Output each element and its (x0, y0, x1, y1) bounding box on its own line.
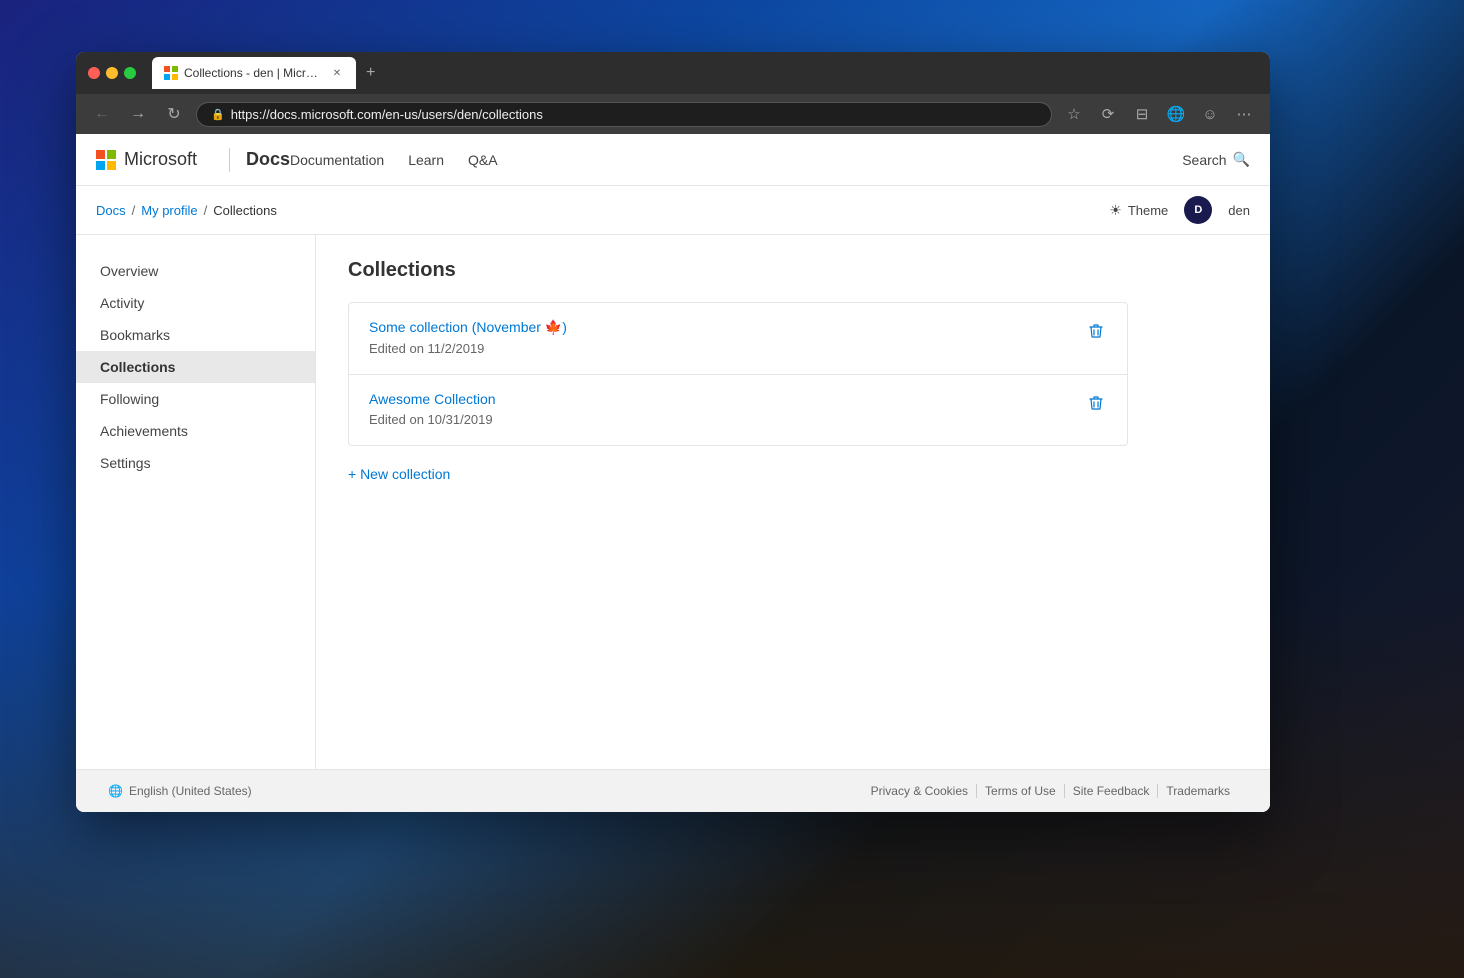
footer-terms-link[interactable]: Terms of Use (977, 784, 1065, 798)
theme-button[interactable]: ☀ Theme (1109, 202, 1168, 219)
collection-info-1: Awesome Collection Edited on 10/31/2019 (369, 391, 496, 429)
breadcrumb-sep-2: / (204, 203, 208, 218)
user-avatar[interactable]: D (1184, 196, 1212, 224)
docs-nav: Documentation Learn Q&A (290, 152, 1182, 168)
page-content: Microsoft Docs Documentation Learn Q&A S… (76, 134, 1270, 812)
user-name: den (1228, 203, 1250, 218)
refresh-button[interactable]: ↻ (160, 100, 188, 128)
title-bar: Collections - den | Microsoft Do ✕ + (76, 52, 1270, 94)
browser-window: Collections - den | Microsoft Do ✕ + ← →… (76, 52, 1270, 812)
profile-button[interactable]: 🌐 (1162, 100, 1190, 128)
footer-feedback-link[interactable]: Site Feedback (1065, 784, 1159, 798)
tab-close-button[interactable]: ✕ (330, 66, 344, 80)
collection-name-0[interactable]: Some collection (November 🍁) (369, 319, 567, 336)
footer-locale: 🌐 English (United States) (108, 784, 252, 798)
theme-sun-icon: ☀ (1109, 202, 1122, 219)
new-collection-button[interactable]: + New collection (348, 462, 450, 486)
trash-icon-1 (1089, 395, 1103, 411)
collection-date-1: Edited on 10/31/2019 (369, 412, 493, 427)
collections-list: Some collection (November 🍁) Edited on 1… (348, 302, 1128, 446)
ms-logo-yellow (107, 161, 116, 170)
breadcrumb-myprofile-link[interactable]: My profile (141, 203, 197, 218)
ms-logo-green (107, 150, 116, 159)
sidebar-item-following[interactable]: Following (76, 383, 315, 415)
footer-trademarks-link[interactable]: Trademarks (1158, 784, 1238, 798)
new-tab-button[interactable]: + (360, 65, 381, 81)
nav-learn[interactable]: Learn (408, 152, 444, 168)
breadcrumb: Docs / My profile / Collections (96, 203, 277, 218)
reload-button[interactable]: ⟳ (1094, 100, 1122, 128)
sidebar-item-activity[interactable]: Activity (76, 287, 315, 319)
main-area: Overview Activity Bookmarks Collections … (76, 235, 1270, 769)
nav-documentation[interactable]: Documentation (290, 152, 384, 168)
address-bar: ← → ↻ 🔒 https://docs.microsoft.com/en-us… (76, 94, 1270, 134)
collection-item-0: Some collection (November 🍁) Edited on 1… (349, 303, 1127, 375)
delete-collection-1-button[interactable] (1085, 391, 1107, 418)
bookmark-star-button[interactable]: ☆ (1060, 100, 1088, 128)
search-button[interactable]: Search 🔍 (1182, 151, 1250, 168)
tab-title: Collections - den | Microsoft Do (184, 66, 324, 80)
emoji-button[interactable]: ☺ (1196, 100, 1224, 128)
footer-privacy-link[interactable]: Privacy & Cookies (863, 784, 977, 798)
tab-bar: Collections - den | Microsoft Do ✕ + (152, 57, 381, 89)
theme-label: Theme (1128, 203, 1168, 218)
trash-icon-0 (1089, 323, 1103, 339)
collection-item-1: Awesome Collection Edited on 10/31/2019 (349, 375, 1127, 445)
more-options-button[interactable]: ⋯ (1230, 100, 1258, 128)
breadcrumb-right: ☀ Theme D den (1109, 196, 1250, 224)
collection-name-1[interactable]: Awesome Collection (369, 391, 496, 407)
microsoft-brand-text: Microsoft (124, 149, 197, 170)
delete-collection-0-button[interactable] (1085, 319, 1107, 346)
sidebar-item-collections[interactable]: Collections (76, 351, 315, 383)
search-icon: 🔍 (1233, 151, 1250, 168)
sidebar-item-overview[interactable]: Overview (76, 255, 315, 287)
sidebar-item-bookmarks[interactable]: Bookmarks (76, 319, 315, 351)
minimize-button[interactable] (106, 67, 118, 79)
docs-header: Microsoft Docs Documentation Learn Q&A S… (76, 134, 1270, 186)
collections-content: Collections Some collection (November 🍁)… (316, 235, 1270, 769)
breadcrumb-bar: Docs / My profile / Collections ☀ Theme … (76, 186, 1270, 235)
breadcrumb-current: Collections (213, 203, 277, 218)
collection-date-0: Edited on 11/2/2019 (369, 341, 484, 356)
footer-links: Privacy & Cookies Terms of Use Site Feed… (863, 784, 1238, 798)
locale-label: English (United States) (129, 784, 252, 798)
globe-icon: 🌐 (108, 784, 123, 798)
url-bar[interactable]: 🔒 https://docs.microsoft.com/en-us/users… (196, 102, 1052, 127)
traffic-lights (88, 67, 136, 79)
new-collection-label: + New collection (348, 466, 450, 482)
favorites-button[interactable]: ⊟ (1128, 100, 1156, 128)
collection-info-0: Some collection (November 🍁) Edited on 1… (369, 319, 567, 358)
docs-label[interactable]: Docs (246, 149, 290, 170)
nav-qa[interactable]: Q&A (468, 152, 498, 168)
browser-toolbar: ☆ ⟳ ⊟ 🌐 ☺ ⋯ (1060, 100, 1258, 128)
search-label: Search (1182, 152, 1226, 168)
back-button[interactable]: ← (88, 100, 116, 128)
tab-favicon (164, 66, 178, 80)
sidebar: Overview Activity Bookmarks Collections … (76, 235, 316, 769)
header-divider (229, 148, 230, 172)
forward-button[interactable]: → (124, 100, 152, 128)
sidebar-item-settings[interactable]: Settings (76, 447, 315, 479)
ms-logo-grid (96, 150, 116, 170)
close-button[interactable] (88, 67, 100, 79)
breadcrumb-sep-1: / (132, 203, 136, 218)
breadcrumb-docs-link[interactable]: Docs (96, 203, 126, 218)
maximize-button[interactable] (124, 67, 136, 79)
ms-logo-red (96, 150, 105, 159)
security-lock-icon: 🔒 (211, 108, 225, 121)
url-text: https://docs.microsoft.com/en-us/users/d… (231, 107, 543, 122)
ms-logo-blue (96, 161, 105, 170)
page-title: Collections (348, 259, 1238, 282)
microsoft-logo: Microsoft (96, 149, 197, 170)
active-tab[interactable]: Collections - den | Microsoft Do ✕ (152, 57, 356, 89)
sidebar-item-achievements[interactable]: Achievements (76, 415, 315, 447)
page-footer: 🌐 English (United States) Privacy & Cook… (76, 769, 1270, 812)
